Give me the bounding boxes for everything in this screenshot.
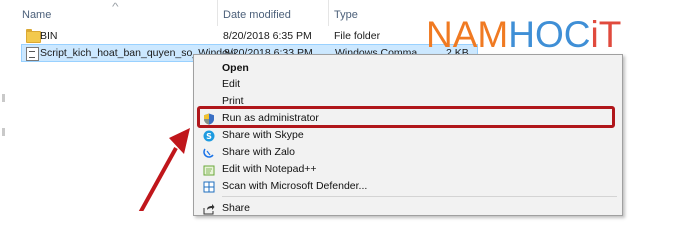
red-arrow [138, 128, 190, 211]
